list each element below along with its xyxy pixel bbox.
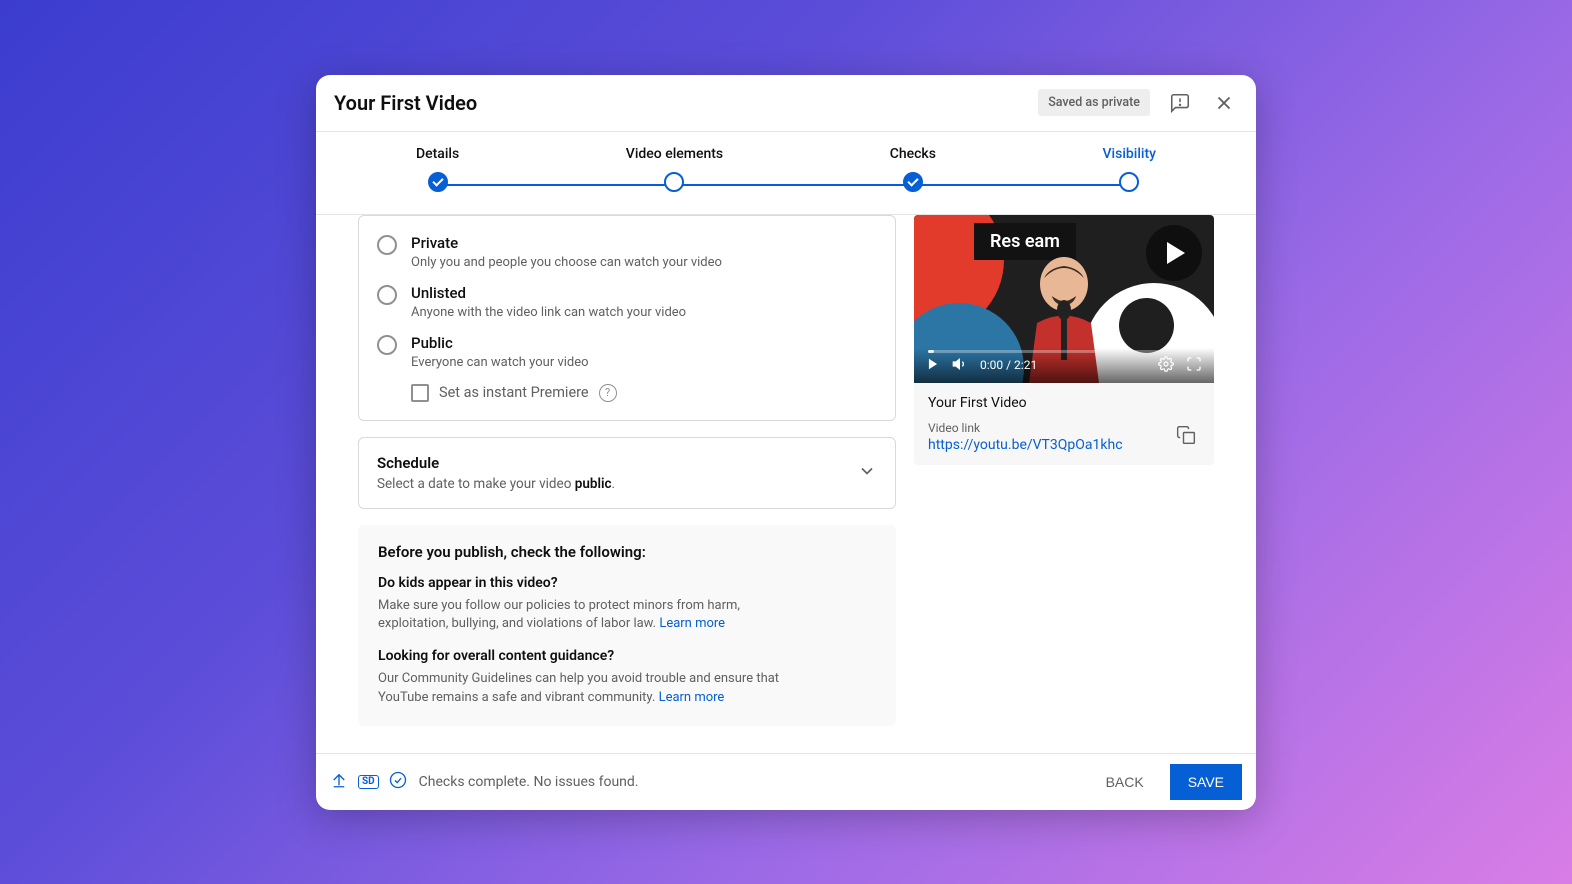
radio-icon[interactable] [377, 285, 397, 305]
chevron-down-icon[interactable] [857, 461, 877, 485]
upload-dialog: Your First Video Saved as private Detail… [316, 75, 1256, 810]
video-preview-card: Res eam [914, 215, 1214, 465]
step-details[interactable]: Details [416, 146, 459, 192]
checkmark-icon [903, 172, 923, 192]
option-public[interactable]: Public Everyone can watch your video [377, 334, 877, 370]
checkmark-icon [428, 172, 448, 192]
check-circle-icon [389, 771, 407, 793]
step-dot-icon [664, 172, 684, 192]
dialog-footer: SD Checks complete. No issues found. BAC… [316, 753, 1256, 810]
visibility-options-card: Private Only you and people you choose c… [358, 215, 896, 421]
preview-meta: Your First Video Video link https://yout… [914, 383, 1214, 465]
preview-video-title: Your First Video [928, 395, 1200, 411]
dialog-title: Your First Video [334, 91, 477, 115]
option-desc: Only you and people you choose can watch… [411, 255, 722, 270]
feedback-icon[interactable] [1166, 89, 1194, 117]
fullscreen-icon[interactable] [1186, 356, 1202, 375]
header-actions: Saved as private [1038, 89, 1238, 117]
option-desc: Anyone with the video link can watch you… [411, 305, 686, 320]
kids-question: Do kids appear in this video? [378, 575, 876, 591]
radio-icon[interactable] [377, 335, 397, 355]
schedule-card[interactable]: Schedule Select a date to make your vide… [358, 437, 896, 509]
step-video-elements[interactable]: Video elements [626, 146, 723, 192]
footer-status-text: Checks complete. No issues found. [419, 774, 639, 790]
close-icon[interactable] [1210, 89, 1238, 117]
play-small-icon[interactable] [926, 357, 940, 374]
save-button[interactable]: SAVE [1170, 764, 1242, 800]
sd-badge-icon: SD [358, 775, 379, 789]
player-controls: 0:00 / 2:21 [914, 348, 1214, 383]
player-time: 0:00 / 2:21 [980, 358, 1037, 372]
saved-status-chip: Saved as private [1038, 89, 1150, 116]
option-desc: Everyone can watch your video [411, 355, 589, 370]
schedule-title: Schedule [377, 454, 615, 472]
play-icon[interactable] [1146, 225, 1202, 281]
video-thumbnail[interactable]: Res eam [914, 215, 1214, 383]
radio-icon[interactable] [377, 235, 397, 255]
left-column: Private Only you and people you choose c… [358, 215, 896, 733]
right-column: Res eam [914, 215, 1214, 733]
video-link-label: Video link [928, 421, 1123, 435]
dialog-header: Your First Video Saved as private [316, 75, 1256, 132]
guidance-paragraph: Our Community Guidelines can help you av… [378, 670, 798, 708]
premiere-row[interactable]: Set as instant Premiere ? [411, 384, 877, 402]
option-title: Unlisted [411, 284, 686, 302]
dialog-body: Private Only you and people you choose c… [316, 215, 1256, 753]
status-icons: SD [330, 771, 407, 793]
guidance-question: Looking for overall content guidance? [378, 648, 876, 664]
upload-icon [330, 771, 348, 793]
settings-icon[interactable] [1158, 356, 1174, 375]
step-visibility[interactable]: Visibility [1103, 146, 1156, 192]
kids-paragraph: Make sure you follow our policies to pro… [378, 597, 798, 635]
back-button[interactable]: BACK [1092, 764, 1158, 800]
help-icon[interactable]: ? [599, 384, 617, 402]
option-title: Public [411, 334, 589, 352]
learn-more-link[interactable]: Learn more [659, 616, 725, 631]
volume-icon[interactable] [952, 356, 968, 375]
learn-more-link[interactable]: Learn more [659, 690, 725, 705]
option-unlisted[interactable]: Unlisted Anyone with the video link can … [377, 284, 877, 320]
notice-heading: Before you publish, check the following: [378, 543, 876, 561]
premiere-label: Set as instant Premiere [439, 384, 589, 401]
copy-icon[interactable] [1172, 421, 1200, 453]
video-link[interactable]: https://youtu.be/VT3QpOa1khc [928, 437, 1123, 453]
schedule-desc: Select a date to make your video public. [377, 476, 615, 492]
option-title: Private [411, 234, 722, 252]
step-dot-icon [1119, 172, 1139, 192]
checkbox-icon[interactable] [411, 384, 429, 402]
step-checks[interactable]: Checks [890, 146, 936, 192]
option-private[interactable]: Private Only you and people you choose c… [377, 234, 877, 270]
stepper: Details Video elements Checks Visibility [316, 132, 1256, 215]
before-publish-card: Before you publish, check the following:… [358, 525, 896, 726]
